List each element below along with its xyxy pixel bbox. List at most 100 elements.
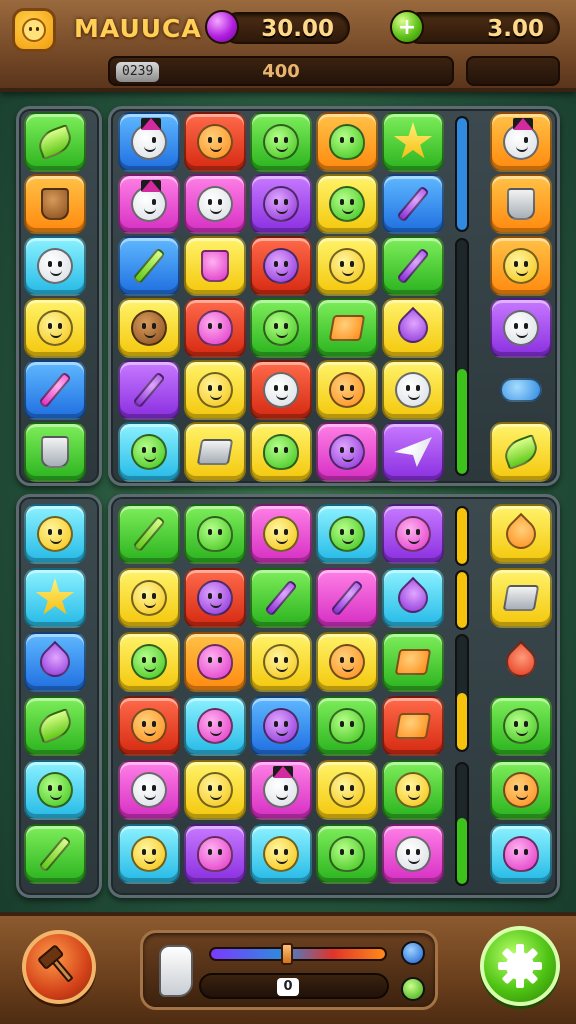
board-tile[interactable] [250, 174, 312, 234]
board-tile[interactable] [382, 824, 444, 884]
side-tile[interactable] [24, 298, 86, 358]
board-tile[interactable] [382, 422, 444, 482]
board-tile[interactable] [382, 112, 444, 172]
board-tile[interactable] [184, 112, 246, 172]
board-tile[interactable] [118, 112, 180, 172]
board-tile[interactable] [316, 504, 378, 564]
purple-orb-icon[interactable] [205, 10, 239, 44]
board-tile[interactable] [118, 568, 180, 628]
side-tile[interactable] [490, 422, 552, 482]
board-tile[interactable] [382, 298, 444, 358]
side-tile[interactable] [24, 568, 86, 628]
board-tile[interactable] [316, 360, 378, 420]
blue-orb-button[interactable] [401, 941, 425, 965]
board-tile[interactable] [382, 174, 444, 234]
board-tile[interactable] [118, 174, 180, 234]
booster-panel: 0 [140, 930, 438, 1010]
side-tile[interactable] [490, 112, 552, 172]
apple-icon [329, 124, 365, 160]
board-tile[interactable] [316, 422, 378, 482]
board-tile[interactable] [118, 632, 180, 692]
board-tile[interactable] [184, 360, 246, 420]
board-tile[interactable] [250, 112, 312, 172]
power-slider[interactable] [209, 943, 387, 965]
side-tile[interactable] [24, 824, 86, 884]
settings-button[interactable] [480, 926, 560, 1006]
side-tile[interactable] [490, 298, 552, 358]
board-tile[interactable] [184, 236, 246, 296]
board-tile[interactable] [316, 760, 378, 820]
board-tile[interactable] [250, 568, 312, 628]
board-tile[interactable] [316, 236, 378, 296]
board-tile[interactable] [118, 824, 180, 884]
board-tile[interactable] [250, 632, 312, 692]
board-tile[interactable] [184, 568, 246, 628]
board-tile[interactable] [118, 298, 180, 358]
board-tile[interactable] [316, 298, 378, 358]
side-tile[interactable] [490, 824, 552, 884]
side-tile[interactable] [490, 760, 552, 820]
board-tile[interactable] [184, 632, 246, 692]
side-tile[interactable] [24, 360, 86, 420]
side-tile[interactable] [490, 632, 552, 692]
board-tile[interactable] [250, 696, 312, 756]
side-tile[interactable] [24, 112, 86, 172]
board-tile[interactable] [118, 760, 180, 820]
board-tile[interactable] [316, 696, 378, 756]
devil-face-icon [395, 516, 431, 552]
side-tile[interactable] [490, 174, 552, 234]
board-tile[interactable] [382, 504, 444, 564]
chick-face-icon [197, 372, 233, 408]
side-tile[interactable] [24, 760, 86, 820]
board-tile[interactable] [250, 422, 312, 482]
board-tile[interactable] [184, 760, 246, 820]
board-tile[interactable] [250, 824, 312, 884]
hammer-button[interactable] [22, 930, 96, 1004]
board-tile[interactable] [316, 174, 378, 234]
board-tile[interactable] [382, 568, 444, 628]
side-tile[interactable] [24, 632, 86, 692]
board-tile[interactable] [382, 632, 444, 692]
board-tile[interactable] [118, 360, 180, 420]
side-tile[interactable] [490, 504, 552, 564]
chick-face-icon [131, 836, 167, 872]
board-tile[interactable] [250, 236, 312, 296]
board-tile[interactable] [118, 696, 180, 756]
board-tile[interactable] [184, 298, 246, 358]
board-tile[interactable] [382, 236, 444, 296]
board-tile[interactable] [382, 696, 444, 756]
board-tile[interactable] [250, 360, 312, 420]
side-tile[interactable] [24, 422, 86, 482]
orange-face-icon [503, 772, 539, 808]
board-tile[interactable] [118, 236, 180, 296]
side-tile[interactable] [24, 504, 86, 564]
board-tile[interactable] [184, 696, 246, 756]
side-tile[interactable] [24, 236, 86, 296]
board-tile[interactable] [250, 298, 312, 358]
board-tile[interactable] [184, 422, 246, 482]
board-tile[interactable] [316, 824, 378, 884]
slider-knob[interactable] [280, 943, 293, 965]
board-tile[interactable] [316, 112, 378, 172]
apple-icon [329, 708, 365, 744]
side-tile[interactable] [490, 360, 552, 420]
board-tile[interactable] [184, 824, 246, 884]
add-gems-button[interactable]: + [390, 10, 424, 44]
side-tile[interactable] [490, 568, 552, 628]
side-tile[interactable] [24, 696, 86, 756]
board-tile[interactable] [382, 360, 444, 420]
side-tile[interactable] [24, 174, 86, 234]
board-tile[interactable] [184, 504, 246, 564]
board-tile[interactable] [118, 504, 180, 564]
board-tile[interactable] [118, 422, 180, 482]
side-tile[interactable] [490, 696, 552, 756]
side-tile[interactable] [490, 236, 552, 296]
board-tile[interactable] [382, 760, 444, 820]
green-orb-button[interactable] [401, 977, 425, 1001]
green-face-icon [263, 310, 299, 346]
board-tile[interactable] [316, 632, 378, 692]
board-tile[interactable] [316, 568, 378, 628]
board-tile[interactable] [250, 760, 312, 820]
board-tile[interactable] [250, 504, 312, 564]
board-tile[interactable] [184, 174, 246, 234]
